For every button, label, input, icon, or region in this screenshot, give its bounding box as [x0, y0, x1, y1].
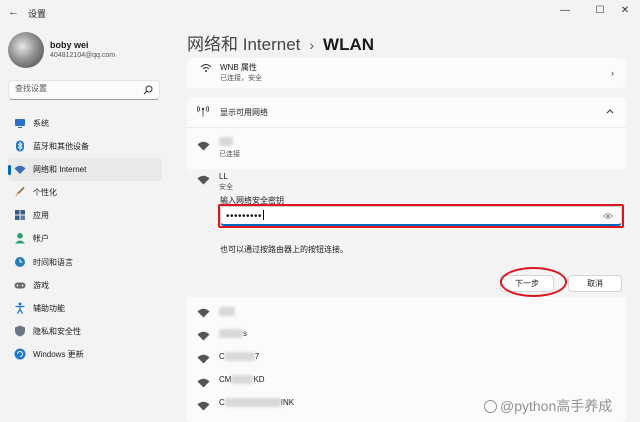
sidebar-item-apps[interactable]: 应用 — [8, 204, 162, 227]
wifi-signal-icon — [197, 401, 210, 411]
search-box[interactable] — [8, 80, 160, 100]
watermark-logo-icon — [484, 400, 497, 413]
sidebar-item-system[interactable]: 系统 — [8, 112, 162, 135]
sidebar-item-label: 蓝牙和其他设备 — [33, 142, 89, 152]
wifi-signal-icon — [197, 308, 210, 318]
available-networks-header[interactable]: 显示可用网络 — [220, 107, 268, 118]
sidebar-item-label: 系统 — [33, 119, 49, 128]
maximize-button[interactable]: ☐ — [591, 3, 609, 19]
sidebar-item-label: 辅助功能 — [33, 303, 65, 313]
sidebar-item-label: 隐私和安全性 — [33, 326, 81, 336]
wifi-signal-icon — [197, 141, 210, 151]
title-bar: ← 设置 — ☐ ✕ — [0, 0, 640, 24]
search-input[interactable] — [15, 84, 135, 93]
wps-hint: 也可以通过按路由器上的按钮连接。 — [220, 245, 348, 254]
annotation-highlight-ellipse — [500, 267, 567, 297]
network-status: 已连接 — [219, 151, 240, 158]
chevron-right-icon: › — [611, 68, 614, 78]
wifi-signal-icon — [197, 378, 210, 388]
sidebar-item-time-language[interactable]: 时间和语言 — [8, 251, 162, 274]
search-icon[interactable] — [143, 85, 153, 95]
sidebar-item-label: 应用 — [33, 211, 49, 221]
network-security: 安全 — [219, 184, 233, 191]
person-icon — [15, 233, 25, 244]
sidebar-item-accounts[interactable]: 帐户 — [8, 227, 162, 250]
network-item-expanded: LL 安全 输入网络安全密钥 ••••••••• 也可以通过按路由器上的按钮连接… — [187, 169, 626, 297]
sidebar-item-gaming[interactable]: 游戏 — [8, 274, 162, 297]
network-name-redacted[interactable]: C7 — [219, 352, 259, 362]
breadcrumb-separator: › — [309, 37, 315, 53]
wifi-signal-icon — [197, 175, 210, 185]
monitor-icon — [15, 119, 25, 128]
wifi-icon — [200, 64, 212, 72]
wnb-properties-card[interactable]: WNB 属性 已连接，安全 › — [187, 58, 626, 88]
network-name-redacted[interactable]: C INK — [219, 398, 294, 408]
network-name-redacted[interactable] — [219, 307, 235, 317]
sidebar-item-privacy[interactable]: 隐私和安全性 — [8, 320, 162, 343]
app-title: 设置 — [28, 9, 47, 19]
globe-clock-icon — [15, 256, 25, 267]
profile-email: 404812104@qq.com — [50, 52, 116, 59]
wifi-signal-icon — [197, 354, 210, 364]
breadcrumb: 网络和 Internet › WLAN — [187, 30, 374, 55]
sidebar-item-windows-update[interactable]: Windows 更新 — [8, 343, 162, 366]
accessibility-icon — [15, 302, 25, 314]
sidebar-nav: 系统 蓝牙和其他设备 网络和 Internet 个性化 应用 帐户 时间和语言 … — [8, 112, 162, 366]
avatar[interactable] — [8, 32, 44, 68]
network-name: LL — [219, 172, 228, 181]
sidebar-item-label: 时间和语言 — [33, 257, 73, 267]
sidebar-item-label: Windows 更新 — [33, 349, 84, 359]
divider — [187, 127, 626, 128]
wifi-icon — [14, 165, 26, 175]
close-button[interactable]: ✕ — [616, 3, 634, 19]
brush-icon — [15, 187, 25, 197]
connected-network-name: WNB 属性 — [220, 63, 257, 72]
gamepad-icon — [14, 282, 26, 289]
network-name-redacted — [219, 137, 233, 147]
page-title: WLAN — [323, 35, 375, 54]
bluetooth-icon — [16, 140, 24, 152]
breadcrumb-section[interactable]: 网络和 Internet — [187, 35, 300, 54]
back-arrow-icon[interactable]: ← — [8, 6, 20, 18]
sidebar-item-label: 游戏 — [33, 280, 49, 290]
antenna-icon — [197, 105, 209, 117]
chevron-up-icon[interactable] — [606, 108, 614, 114]
sidebar-item-accessibility[interactable]: 辅助功能 — [8, 297, 162, 320]
available-networks-card: 显示可用网络 已连接 LL 安全 输入网络安全密钥 ••••••••• 也可以通… — [187, 97, 626, 422]
sidebar-item-bluetooth[interactable]: 蓝牙和其他设备 — [8, 135, 162, 158]
network-name-redacted[interactable]: s — [219, 329, 247, 339]
network-name-redacted[interactable]: CM KD — [219, 375, 265, 385]
cancel-button[interactable]: 取消 — [568, 275, 622, 292]
shield-icon — [15, 325, 25, 337]
connected-network-status: 已连接，安全 — [220, 75, 262, 82]
minimize-button[interactable]: — — [556, 3, 574, 19]
apps-icon — [15, 210, 25, 221]
profile-name: boby wei — [50, 40, 89, 50]
watermark-text: @python高手养成 — [500, 398, 613, 414]
sidebar-item-network[interactable]: 网络和 Internet — [8, 158, 162, 182]
wifi-signal-icon — [197, 331, 210, 341]
sidebar-item-label: 个性化 — [33, 188, 57, 198]
sidebar-item-label: 帐户 — [33, 234, 49, 244]
watermark: @python高手养成 — [484, 396, 634, 416]
sidebar-item-label: 网络和 Internet — [33, 165, 87, 175]
update-icon — [14, 348, 26, 360]
sidebar-item-personalization[interactable]: 个性化 — [8, 181, 162, 204]
annotation-highlight-box — [218, 204, 624, 228]
